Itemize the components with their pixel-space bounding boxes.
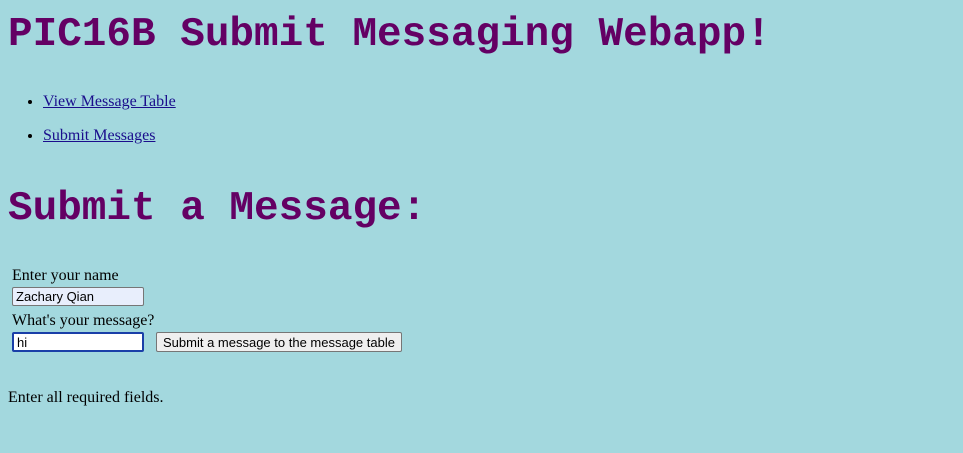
name-input[interactable] bbox=[12, 287, 144, 306]
message-row: Submit a message to the message table bbox=[12, 332, 402, 352]
message-input[interactable] bbox=[12, 332, 144, 352]
message-label: What's your message? bbox=[12, 312, 155, 329]
message-form: Enter your name What's your message? Sub… bbox=[12, 265, 402, 352]
nav-item-view-table: View Message Table bbox=[43, 90, 176, 124]
name-label: Enter your name bbox=[12, 267, 119, 284]
submit-messages-link[interactable]: Submit Messages bbox=[43, 127, 155, 144]
status-message: Enter all required fields. bbox=[8, 389, 164, 406]
submit-message-button[interactable]: Submit a message to the message table bbox=[156, 332, 402, 352]
section-heading: Submit a Message: bbox=[8, 186, 427, 232]
nav-item-submit: Submit Messages bbox=[43, 124, 176, 158]
view-message-table-link[interactable]: View Message Table bbox=[43, 93, 176, 110]
page-title: PIC16B Submit Messaging Webapp! bbox=[8, 12, 771, 58]
nav-list: View Message Table Submit Messages bbox=[0, 90, 176, 158]
